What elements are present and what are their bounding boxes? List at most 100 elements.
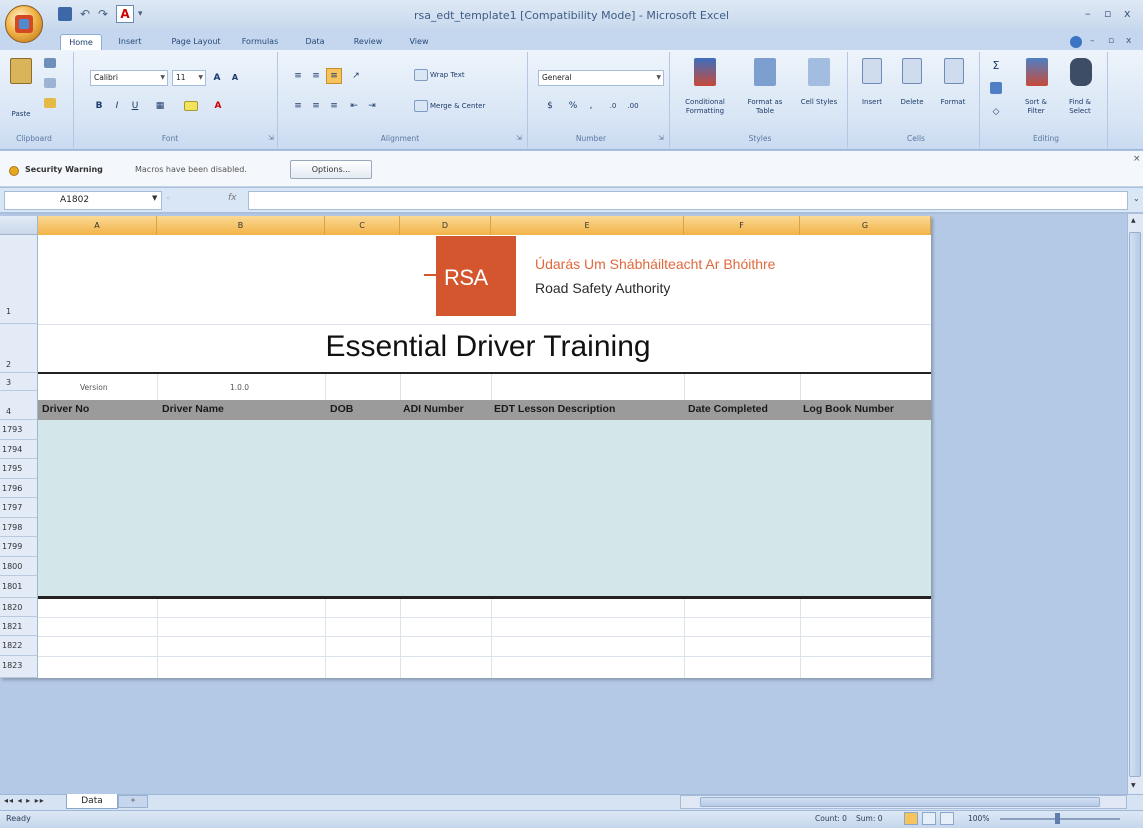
align-top-icon[interactable]: ≡ — [290, 68, 306, 84]
header-adi-number[interactable]: ADI Number — [403, 403, 464, 415]
tab-data[interactable]: Data — [300, 34, 330, 50]
scroll-down-icon[interactable]: ▼ — [1131, 782, 1136, 789]
header-driver-name[interactable]: Driver Name — [162, 403, 224, 415]
version-value[interactable]: 1.0.0 — [230, 383, 249, 392]
tab-formulas[interactable]: Formulas — [236, 34, 284, 50]
security-options-button[interactable]: Options... — [290, 160, 372, 179]
formula-input[interactable] — [248, 191, 1128, 210]
row-header[interactable]: 1798 — [0, 518, 38, 537]
expand-formula-bar-icon[interactable]: ⌄ — [1133, 194, 1140, 203]
row-header[interactable]: 1794 — [0, 440, 38, 459]
scroll-up-icon[interactable]: ▲ — [1131, 217, 1136, 224]
tab-home[interactable]: Home — [60, 34, 102, 50]
format-cells-button[interactable]: Format — [936, 98, 970, 107]
fill-icon[interactable] — [990, 82, 1002, 94]
header-dob[interactable]: DOB — [330, 403, 353, 415]
workbook-close-button[interactable]: x — [1126, 36, 1131, 46]
column-header-f[interactable]: F — [684, 216, 800, 235]
conditional-formatting-button[interactable]: Conditional Formatting — [678, 98, 732, 116]
insert-cells-button[interactable]: Insert — [856, 98, 888, 107]
wrap-text-button[interactable]: Wrap Text — [430, 71, 465, 80]
orientation-icon[interactable]: ↗ — [346, 68, 366, 84]
name-box[interactable]: A1802 — [4, 191, 162, 210]
row-header[interactable]: 1 — [0, 235, 38, 324]
clear-icon[interactable]: ◇ — [988, 104, 1004, 120]
increase-indent-icon[interactable]: ⇥ — [364, 98, 380, 114]
percent-icon[interactable]: % — [566, 98, 580, 114]
row-header[interactable]: 2 — [0, 324, 38, 373]
workbook-restore-button[interactable]: ▫ — [1108, 36, 1114, 46]
fill-color-icon[interactable] — [184, 101, 198, 111]
paste-button[interactable]: Paste — [6, 110, 36, 119]
sheet-nav-arrows[interactable]: ◂◂ ◂ ▸ ▸▸ — [4, 796, 45, 805]
header-driver-no[interactable]: Driver No — [42, 403, 89, 415]
merge-center-button[interactable]: Merge & Center — [430, 102, 485, 111]
column-header-d[interactable]: D — [400, 216, 491, 235]
horizontal-scroll-thumb[interactable] — [700, 797, 1100, 807]
data-entry-area[interactable] — [38, 420, 931, 596]
version-label[interactable]: Version — [80, 383, 108, 392]
row-header[interactable]: 1820 — [0, 598, 38, 617]
row-header[interactable]: 3 — [0, 373, 38, 391]
vertical-scroll-thumb[interactable] — [1129, 232, 1141, 777]
align-right-icon[interactable]: ≡ — [326, 98, 342, 114]
row-header[interactable]: 1796 — [0, 479, 38, 498]
header-date-completed[interactable]: Date Completed — [688, 403, 768, 415]
close-button[interactable]: x — [1124, 7, 1131, 20]
cut-icon[interactable] — [44, 58, 56, 68]
workbook-minimize-button[interactable]: – — [1090, 36, 1095, 46]
row-header[interactable]: 1821 — [0, 617, 38, 636]
page-break-view-icon[interactable] — [940, 812, 954, 825]
column-header-c[interactable]: C — [325, 216, 400, 235]
number-launcher-icon[interactable]: ⇲ — [658, 134, 664, 142]
chevron-down-icon[interactable]: ▼ — [152, 194, 157, 202]
align-bottom-icon[interactable]: ≡ — [326, 68, 342, 84]
column-header-b[interactable]: B — [157, 216, 325, 235]
autosum-icon[interactable]: Σ — [988, 58, 1004, 74]
italic-icon[interactable]: I — [110, 98, 124, 114]
insert-sheet-icon[interactable]: ✦ — [118, 795, 148, 808]
normal-view-icon[interactable] — [904, 812, 918, 825]
sheet-tab-data[interactable]: Data — [66, 794, 118, 809]
zoom-slider[interactable] — [1000, 818, 1120, 820]
delete-cells-button[interactable]: Delete — [896, 98, 928, 107]
font-name-field[interactable]: Calibri ▼ — [90, 70, 168, 86]
sort-filter-button[interactable]: Sort & Filter — [1018, 98, 1054, 116]
shrink-font-icon[interactable]: A — [228, 70, 242, 86]
comma-icon[interactable]: , — [584, 98, 598, 114]
align-center-icon[interactable]: ≡ — [308, 98, 324, 114]
tab-insert[interactable]: Insert — [112, 34, 148, 50]
number-format-field[interactable]: General ▼ — [538, 70, 664, 86]
bold-icon[interactable]: B — [92, 98, 106, 114]
minimize-button[interactable]: – — [1085, 7, 1091, 20]
row-header[interactable]: 1822 — [0, 636, 38, 656]
font-color-icon[interactable]: A — [210, 98, 226, 114]
office-button[interactable] — [5, 5, 43, 43]
row-header[interactable]: 1795 — [0, 459, 38, 479]
tab-page-layout[interactable]: Page Layout — [166, 34, 226, 50]
zoom-slider-thumb[interactable] — [1055, 813, 1060, 824]
font-launcher-icon[interactable]: ⇲ — [268, 134, 274, 142]
alignment-launcher-icon[interactable]: ⇲ — [516, 134, 522, 142]
decrease-indent-icon[interactable]: ⇤ — [346, 98, 362, 114]
column-header-a[interactable]: A — [38, 216, 157, 235]
header-edt-lesson-description[interactable]: EDT Lesson Description — [494, 403, 615, 415]
row-header[interactable]: 4 — [0, 391, 38, 420]
column-header-e[interactable]: E — [491, 216, 684, 235]
row-header[interactable]: 1800 — [0, 557, 38, 576]
align-left-icon[interactable]: ≡ — [290, 98, 306, 114]
format-as-table-button[interactable]: Format as Table — [740, 98, 790, 116]
restore-button[interactable]: ▫ — [1104, 7, 1111, 20]
zoom-level[interactable]: 100% — [968, 814, 989, 823]
page-layout-view-icon[interactable] — [922, 812, 936, 825]
copy-icon[interactable] — [44, 78, 56, 88]
column-header-g[interactable]: G — [800, 216, 931, 235]
cell-styles-button[interactable]: Cell Styles — [798, 98, 840, 107]
font-size-field[interactable]: 11 ▼ — [172, 70, 206, 86]
row-header[interactable]: 1799 — [0, 537, 38, 557]
paste-icon[interactable] — [10, 58, 32, 84]
currency-icon[interactable]: $ — [540, 98, 560, 114]
row-header[interactable]: 1793 — [0, 420, 38, 440]
row-header[interactable]: 1797 — [0, 498, 38, 518]
insert-function-icon[interactable]: fx — [228, 193, 237, 203]
